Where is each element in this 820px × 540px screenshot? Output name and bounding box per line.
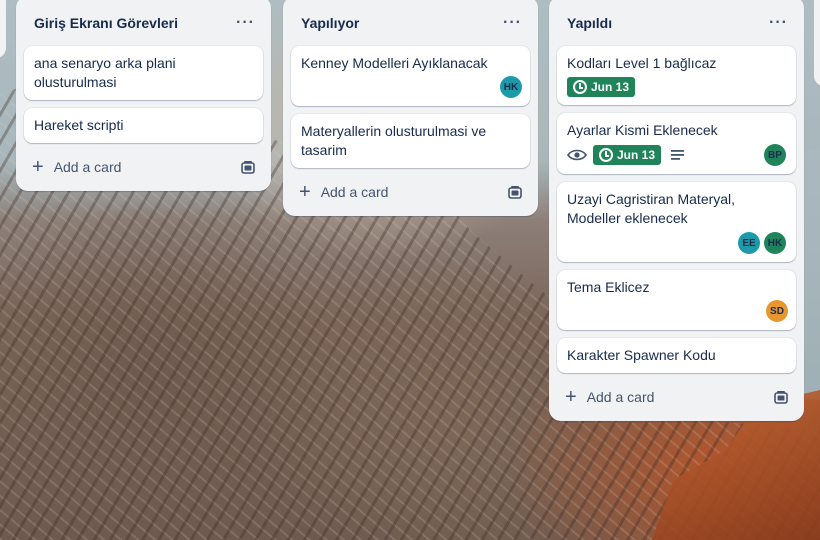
list-edge-left[interactable] xyxy=(0,0,6,58)
add-card-label: Add a card xyxy=(53,159,122,175)
card[interactable]: ana senaryo arka plani olusturulmasi xyxy=(24,46,263,100)
card-title: ana senaryo arka plani olusturulmasi xyxy=(34,55,176,90)
plus-icon: + xyxy=(299,181,311,203)
member-avatar[interactable]: HK xyxy=(764,232,786,254)
card-badges: Jun 13 BP xyxy=(567,144,786,166)
card[interactable]: Karakter Spawner Kodu xyxy=(557,338,796,373)
clock-icon xyxy=(573,80,587,94)
list-header: Giriş Ekranı Görevleri ··· xyxy=(24,0,263,46)
add-card-label: Add a card xyxy=(586,389,655,405)
card-title: Tema Eklicez xyxy=(567,279,650,295)
eye-icon xyxy=(567,149,587,161)
card[interactable]: Kodları Level 1 bağlıcaz Jun 13 xyxy=(557,46,796,105)
description-icon xyxy=(671,150,685,160)
add-card-button[interactable]: + Add a card xyxy=(291,176,530,208)
plus-icon: + xyxy=(565,386,577,408)
add-card-button[interactable]: + Add a card xyxy=(557,381,796,413)
clock-icon xyxy=(599,148,613,162)
plus-icon: + xyxy=(32,156,44,178)
card-title: Kenney Modelleri Ayıklanacak xyxy=(301,55,488,71)
card-members: EE HK xyxy=(738,232,786,254)
list-menu-button[interactable]: ··· xyxy=(769,14,788,32)
add-card-label: Add a card xyxy=(320,184,389,200)
card-template-icon[interactable] xyxy=(241,160,255,174)
list-giris-ekrani: Giriş Ekranı Görevleri ··· ana senaryo a… xyxy=(16,0,271,191)
card-template-icon[interactable] xyxy=(508,185,522,199)
due-date-badge[interactable]: Jun 13 xyxy=(593,145,662,165)
card-title: Karakter Spawner Kodu xyxy=(567,347,716,363)
card-title: Hareket scripti xyxy=(34,117,124,133)
card-badges: EE HK xyxy=(567,232,786,254)
card[interactable]: Uzayi Cagristiran Materyal, Modeller ekl… xyxy=(557,182,796,262)
list-edge-right[interactable] xyxy=(814,0,820,86)
list-header: Yapılıyor ··· xyxy=(291,0,530,46)
member-avatar[interactable]: BP xyxy=(764,144,786,166)
card-title: Materyallerin olusturulmasi ve tasarim xyxy=(301,123,487,158)
list-yapiliyor: Yapılıyor ··· Kenney Modelleri Ayıklanac… xyxy=(283,0,538,216)
list-header: Yapıldı ··· xyxy=(557,0,796,46)
due-date-label: Jun 13 xyxy=(591,79,630,94)
card[interactable]: Materyallerin olusturulmasi ve tasarim xyxy=(291,114,530,168)
card[interactable]: Hareket scripti xyxy=(24,108,263,143)
member-avatar[interactable]: EE xyxy=(738,232,760,254)
list-menu-button[interactable]: ··· xyxy=(503,14,522,32)
card-title: Uzayi Cagristiran Materyal, Modeller ekl… xyxy=(567,191,736,226)
card-members: BP xyxy=(764,144,786,166)
list-menu-button[interactable]: ··· xyxy=(236,14,255,32)
list-title[interactable]: Giriş Ekranı Görevleri xyxy=(34,15,178,31)
due-date-label: Jun 13 xyxy=(617,147,656,162)
card-template-icon[interactable] xyxy=(774,390,788,404)
card-title: Kodları Level 1 bağlıcaz xyxy=(567,55,717,71)
card[interactable]: Tema Eklicez SD xyxy=(557,270,796,330)
card-badges: Jun 13 xyxy=(567,77,786,97)
add-card-button[interactable]: + Add a card xyxy=(24,151,263,183)
list-title[interactable]: Yapılıyor xyxy=(301,15,359,31)
card[interactable]: Kenney Modelleri Ayıklanacak HK xyxy=(291,46,530,106)
due-date-badge[interactable]: Jun 13 xyxy=(567,77,636,97)
card-title: Ayarlar Kismi Eklenecek xyxy=(567,122,718,138)
list-yapildi: Yapıldı ··· Kodları Level 1 bağlıcaz Jun… xyxy=(549,0,804,421)
member-avatar[interactable]: HK xyxy=(500,76,522,98)
member-avatar[interactable]: SD xyxy=(766,300,788,322)
card[interactable]: Ayarlar Kismi Eklenecek Jun 13 BP xyxy=(557,113,796,174)
list-title[interactable]: Yapıldı xyxy=(567,15,612,31)
